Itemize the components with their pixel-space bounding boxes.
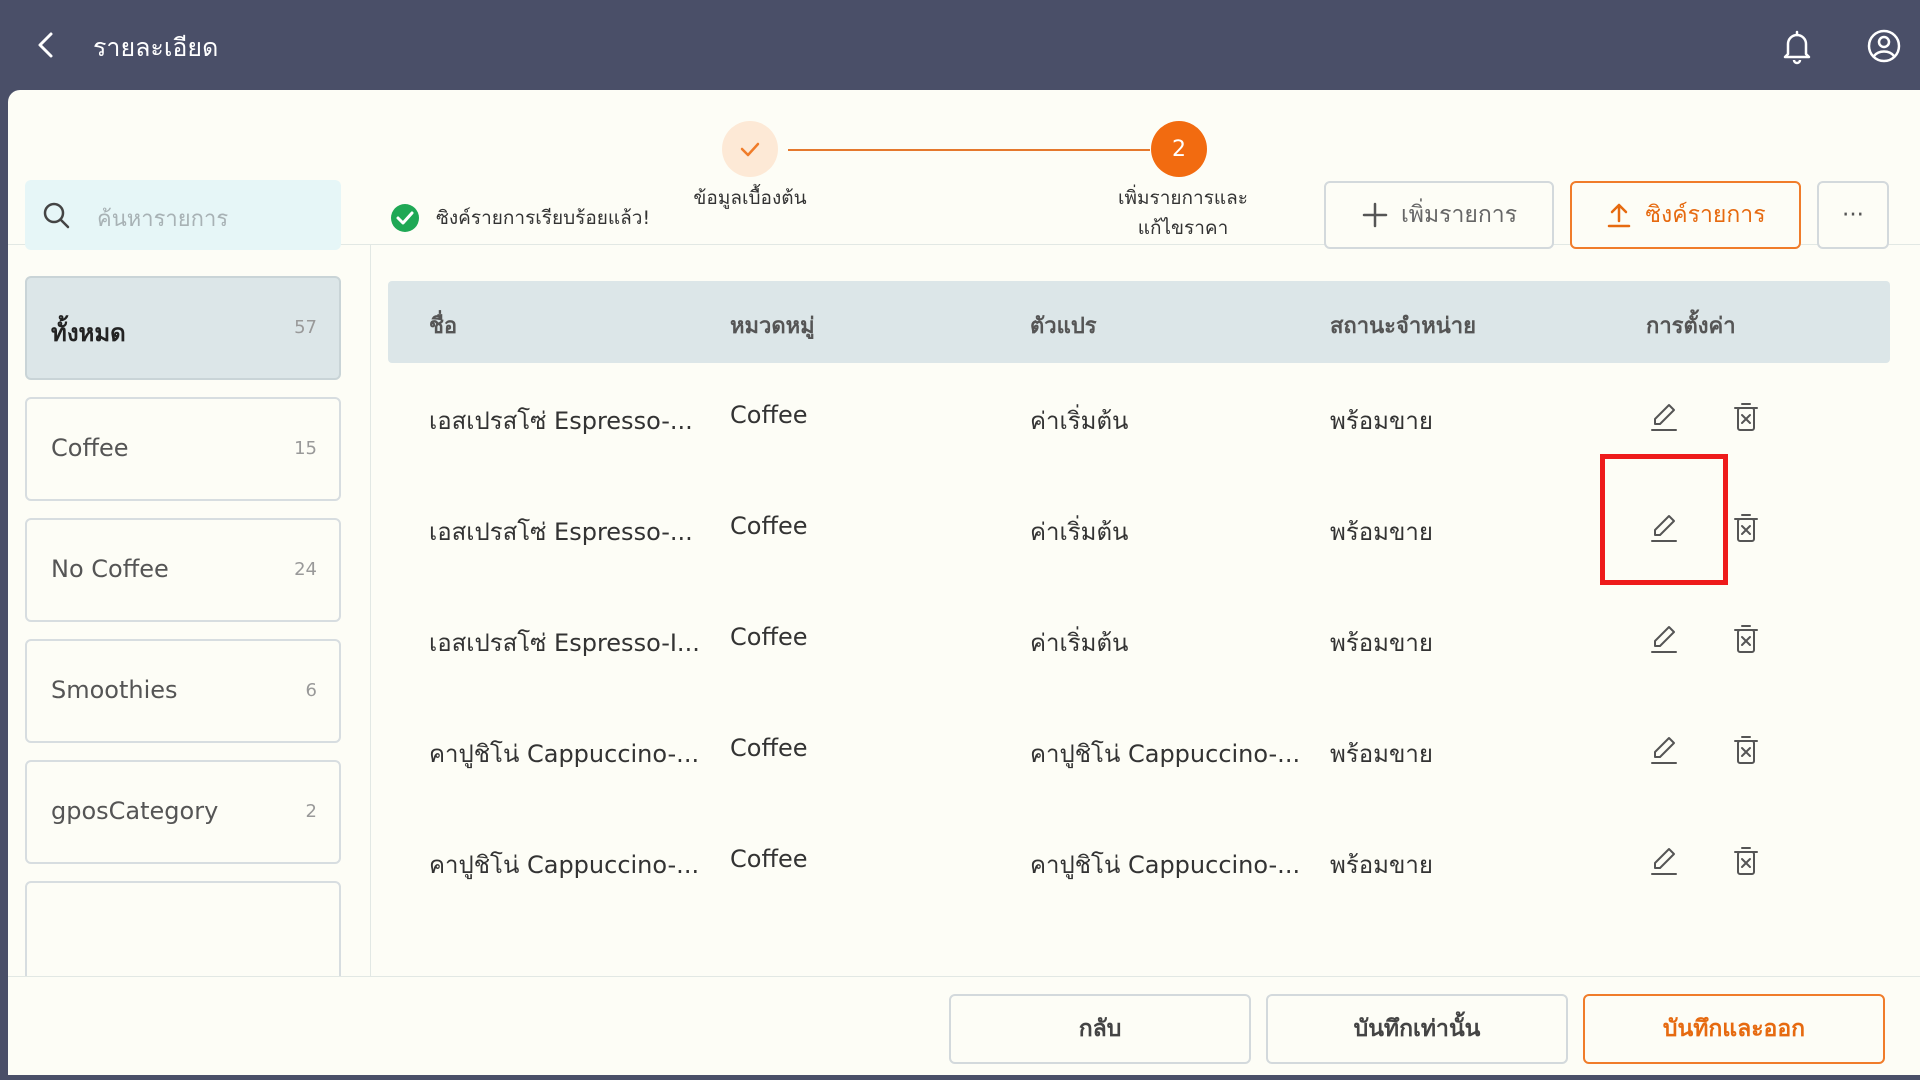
table-row: เอสเปรสโซ่ Espresso-I... Coffee ค่าเริ่ม… xyxy=(388,585,1890,696)
cell-status: พร้อมขาย xyxy=(1330,740,1433,768)
checkmark-icon xyxy=(740,142,760,157)
upload-icon xyxy=(1608,203,1631,228)
save-only-button[interactable]: บันทึกเท่านั้น xyxy=(1266,994,1568,1064)
notification-bell-icon[interactable] xyxy=(1777,26,1817,66)
cell-variant: ค่าเริ่มต้น xyxy=(1030,629,1129,657)
step-connector-line xyxy=(788,149,1150,151)
category-name: ทั้งหมด xyxy=(51,319,126,347)
edit-pencil-icon[interactable] xyxy=(1646,843,1682,879)
search-input[interactable]: ค้นหารายการ xyxy=(25,180,341,250)
edit-pencil-icon[interactable] xyxy=(1646,399,1682,435)
back-arrow-icon[interactable] xyxy=(28,26,66,64)
column-header-status: สถานะจำหน่าย xyxy=(1330,314,1476,339)
cell-category: Coffee xyxy=(730,623,808,651)
category-count: 57 xyxy=(294,317,317,338)
category-count: 15 xyxy=(294,438,317,459)
category-sidebar: ค้นหารายการ ทั้งหมด 57 Coffee 15 No Coff… xyxy=(25,180,341,976)
vertical-divider xyxy=(370,245,371,1065)
category-count: 6 xyxy=(305,680,317,701)
column-header-name: ชื่อ xyxy=(429,314,458,339)
sync-status: ซิงค์รายการเรียบร้อยแล้ว! xyxy=(390,198,650,238)
column-header-settings: การตั้งค่า xyxy=(1646,314,1736,339)
cell-name: เอสเปรสโซ่ Espresso-... xyxy=(429,407,693,435)
highlight-box xyxy=(1600,454,1728,585)
step2-circle: 2 xyxy=(1151,121,1207,177)
category-item-more[interactable] xyxy=(25,881,341,976)
delete-trash-icon[interactable] xyxy=(1728,843,1764,879)
cell-category: Coffee xyxy=(730,512,808,540)
edit-pencil-icon[interactable] xyxy=(1646,621,1682,657)
category-item-no-coffee[interactable]: No Coffee 24 xyxy=(25,518,341,622)
cell-name: เอสเปรสโซ่ Espresso-I... xyxy=(429,629,700,657)
cell-status: พร้อมขาย xyxy=(1330,629,1433,657)
cell-name: เอสเปรสโซ่ Espresso-... xyxy=(429,518,693,546)
cell-status: พร้อมขาย xyxy=(1330,851,1433,879)
cell-category: Coffee xyxy=(730,845,808,873)
back-button[interactable]: กลับ xyxy=(949,994,1251,1064)
category-name: Smoothies xyxy=(51,676,178,704)
more-options-button[interactable]: ··· xyxy=(1817,181,1889,249)
step2-label: เพิ่มรายการและ แก้ไขราคา xyxy=(1117,187,1249,239)
cell-variant: คาปูชิโน่ Cappuccino-... xyxy=(1030,740,1301,768)
column-header-category: หมวดหมู่ xyxy=(730,314,815,339)
category-count: 2 xyxy=(305,801,317,822)
cell-variant: ค่าเริ่มต้น xyxy=(1030,407,1129,435)
page-title: รายละเอียด xyxy=(93,33,219,62)
edit-pencil-icon[interactable] xyxy=(1646,732,1682,768)
search-placeholder: ค้นหารายการ xyxy=(97,207,229,232)
success-check-icon xyxy=(391,204,419,232)
category-name: gposCategory xyxy=(51,797,219,825)
save-and-exit-button[interactable]: บันทึกและออก xyxy=(1583,994,1885,1064)
step1-label: ข้อมูลเบื้องต้น xyxy=(693,187,807,209)
delete-trash-icon[interactable] xyxy=(1728,621,1764,657)
category-item-smoothies[interactable]: Smoothies 6 xyxy=(25,639,341,743)
delete-trash-icon[interactable] xyxy=(1728,732,1764,768)
add-item-button[interactable]: เพิ่มรายการ xyxy=(1324,181,1554,249)
cell-status: พร้อมขาย xyxy=(1330,518,1433,546)
cell-variant: ค่าเริ่มต้น xyxy=(1030,518,1129,546)
cell-category: Coffee xyxy=(730,734,808,762)
step1-circle xyxy=(722,121,778,177)
table-row: คาปูชิโน่ Cappuccino-... Coffee คาปูชิโน… xyxy=(388,807,1890,918)
plus-icon xyxy=(1362,202,1388,228)
category-name: No Coffee xyxy=(51,555,169,583)
status-text: ซิงค์รายการเรียบร้อยแล้ว! xyxy=(436,207,651,229)
table-row: คาปูชิโน่ Cappuccino-... Coffee คาปูชิโน… xyxy=(388,696,1890,807)
cell-status: พร้อมขาย xyxy=(1330,407,1433,435)
category-item-all[interactable]: ทั้งหมด 57 xyxy=(25,276,341,380)
sync-items-button[interactable]: ซิงค์รายการ xyxy=(1570,181,1801,249)
cell-variant: คาปูชิโน่ Cappuccino-... xyxy=(1030,851,1301,879)
category-count: 24 xyxy=(294,559,317,580)
category-item-gposcategory[interactable]: gposCategory 2 xyxy=(25,760,341,864)
user-account-icon[interactable] xyxy=(1864,26,1904,66)
items-table: ชื่อ หมวดหมู่ ตัวแปร สถานะจำหน่าย การตั้… xyxy=(388,281,1890,975)
cell-name: คาปูชิโน่ Cappuccino-... xyxy=(429,740,700,768)
cell-category: Coffee xyxy=(730,401,808,429)
category-item-coffee[interactable]: Coffee 15 xyxy=(25,397,341,501)
sync-items-label: ซิงค์รายการ xyxy=(1645,202,1766,228)
delete-trash-icon[interactable] xyxy=(1728,510,1764,546)
cell-name: คาปูชิโน่ Cappuccino-... xyxy=(429,851,700,879)
top-bar: รายละเอียด xyxy=(0,0,1920,90)
delete-trash-icon[interactable] xyxy=(1728,399,1764,435)
more-options-icon: ··· xyxy=(1842,202,1864,228)
category-name: Coffee xyxy=(51,434,129,462)
search-icon xyxy=(43,202,70,229)
footer-bar: กลับ บันทึกเท่านั้น บันทึกและออก xyxy=(8,976,1920,1075)
column-header-variant: ตัวแปร xyxy=(1030,314,1097,339)
table-header: ชื่อ หมวดหมู่ ตัวแปร สถานะจำหน่าย การตั้… xyxy=(388,281,1890,363)
add-item-label: เพิ่มรายการ xyxy=(1400,202,1518,228)
